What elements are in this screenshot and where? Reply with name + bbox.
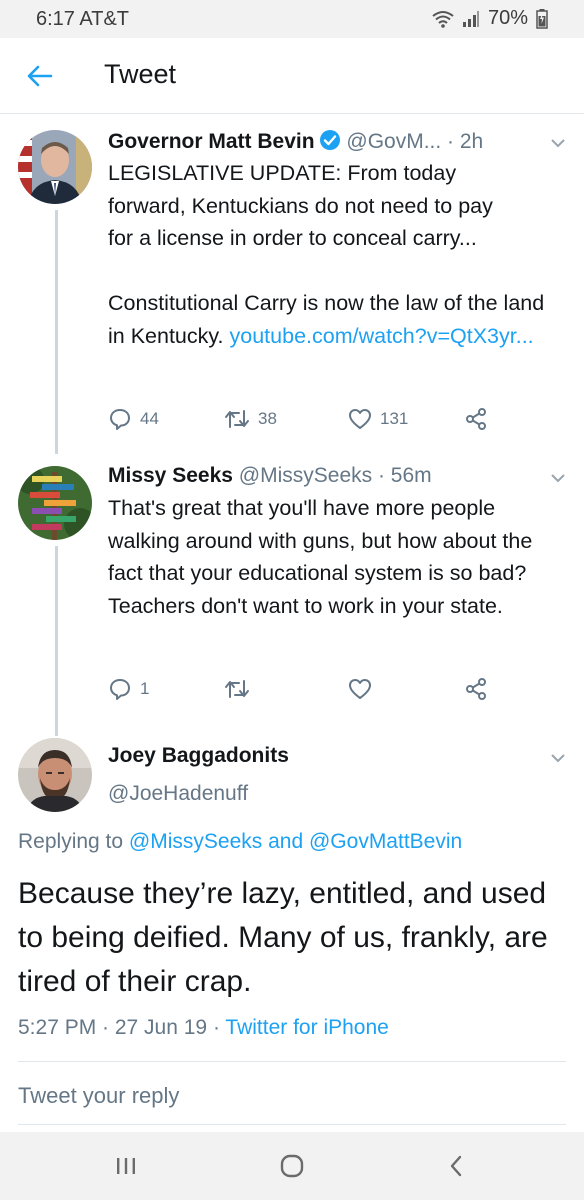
author-name[interactable]: Joey Baggadonits [108,744,289,768]
avatar[interactable] [18,130,92,204]
heart-icon [349,409,371,429]
tweet-time: 5:27 PM · 27 Jun 19 · [18,1016,220,1039]
like-count: 131 [380,409,409,428]
author-name[interactable]: Governor Matt Bevin [108,130,315,153]
tweet-text-line: LEGISLATIVE UPDATE: From today [108,161,457,185]
recent-apps-icon [117,1158,135,1174]
reply-count: 1 [140,679,150,698]
author-handle[interactable]: @JoeHadenuff [108,782,248,806]
author-name[interactable]: Missy Seeks [108,464,233,487]
user-photo-icon [18,130,92,204]
tweet-text: That's great that you'll have more peopl… [108,496,533,618]
tweet-text-line: forward, Kentuckians do not need to pay [108,193,493,218]
signpost-photo-icon [18,466,92,540]
thread-connector-line [55,546,58,736]
reply-input[interactable]: Tweet your reply [18,1083,179,1109]
tweet-actions: 44 38 131 [108,407,508,435]
tweet-timestamp: 5:27 PM · 27 Jun 19 · Twitter for iPhone [18,1016,389,1040]
mention-link[interactable]: @GovMattBevin [309,830,462,853]
verified-badge-icon [319,130,340,150]
battery-percent: 70% [487,7,528,29]
recent-apps-button[interactable] [106,1150,146,1182]
status-indicators: 70% [432,7,548,30]
avatar[interactable] [18,738,92,812]
share-button[interactable] [464,677,488,701]
tweet-actions: 1 [108,677,508,705]
reply-button[interactable]: 1 [108,677,149,701]
tweet-text: LEGISLATIVE UPDATE: From today forward, … [108,157,558,352]
share-icon [466,408,486,430]
wifi-icon [432,10,454,28]
system-nav-bar [0,1132,584,1200]
tweet-header: Missy Seeks @MissySeeks · 56m [108,464,432,488]
author-handle-time: @MissySeeks · 56m [238,464,432,487]
replying-to: Replying to @MissySeeks and @GovMattBevi… [18,830,462,854]
reply-count: 44 [140,409,159,428]
chevron-left-icon [450,1155,462,1177]
replying-to-label: Replying to [18,830,124,853]
retweet-icon [225,410,249,428]
page-title: Tweet [104,59,177,89]
replying-and: and [268,830,304,853]
retweet-button[interactable]: 38 [224,407,277,431]
retweet-count: 38 [258,409,277,428]
reply-icon [110,409,130,430]
chevron-down-icon[interactable] [550,472,566,484]
tweet-header: Governor Matt Bevin @GovM... · 2h [108,129,483,154]
reply-icon [110,679,130,700]
tweet-text-line: for a license in order to conceal carry.… [108,226,477,250]
avatar[interactable] [18,466,92,540]
reply-button[interactable]: 44 [108,407,159,431]
battery-icon [536,8,548,29]
retweet-button[interactable] [224,677,258,701]
like-button[interactable] [348,677,380,701]
status-time: 6:17 AT&T [36,8,130,30]
user-photo-icon [18,738,92,812]
divider [18,1061,566,1062]
heart-icon [349,679,371,699]
system-back-button[interactable] [436,1150,476,1182]
signal-icon [462,10,479,27]
app-header: Tweet [0,38,584,114]
main-tweet-text: Because they’re lazy, entitled, and used… [18,877,548,998]
home-button[interactable] [272,1150,312,1182]
tweet-source-link[interactable]: Twitter for iPhone [225,1016,388,1039]
mention-link[interactable]: @MissySeeks [129,830,262,853]
status-bar: 6:17 AT&T 70% [0,0,584,38]
share-button[interactable] [464,407,488,431]
arrow-left-icon [27,65,53,87]
back-button[interactable] [22,58,58,94]
reply-input-underline [18,1124,566,1125]
share-icon [466,678,486,700]
home-icon [280,1154,304,1178]
tweet-link[interactable]: youtube.com/watch?v=QtX3yr... [230,324,534,348]
chevron-down-icon[interactable] [550,752,566,764]
chevron-down-icon[interactable] [550,137,566,149]
like-button[interactable]: 131 [348,407,408,431]
retweet-icon [225,680,249,698]
author-handle-time: @GovM... · 2h [346,130,484,153]
thread-connector-line [55,210,58,454]
